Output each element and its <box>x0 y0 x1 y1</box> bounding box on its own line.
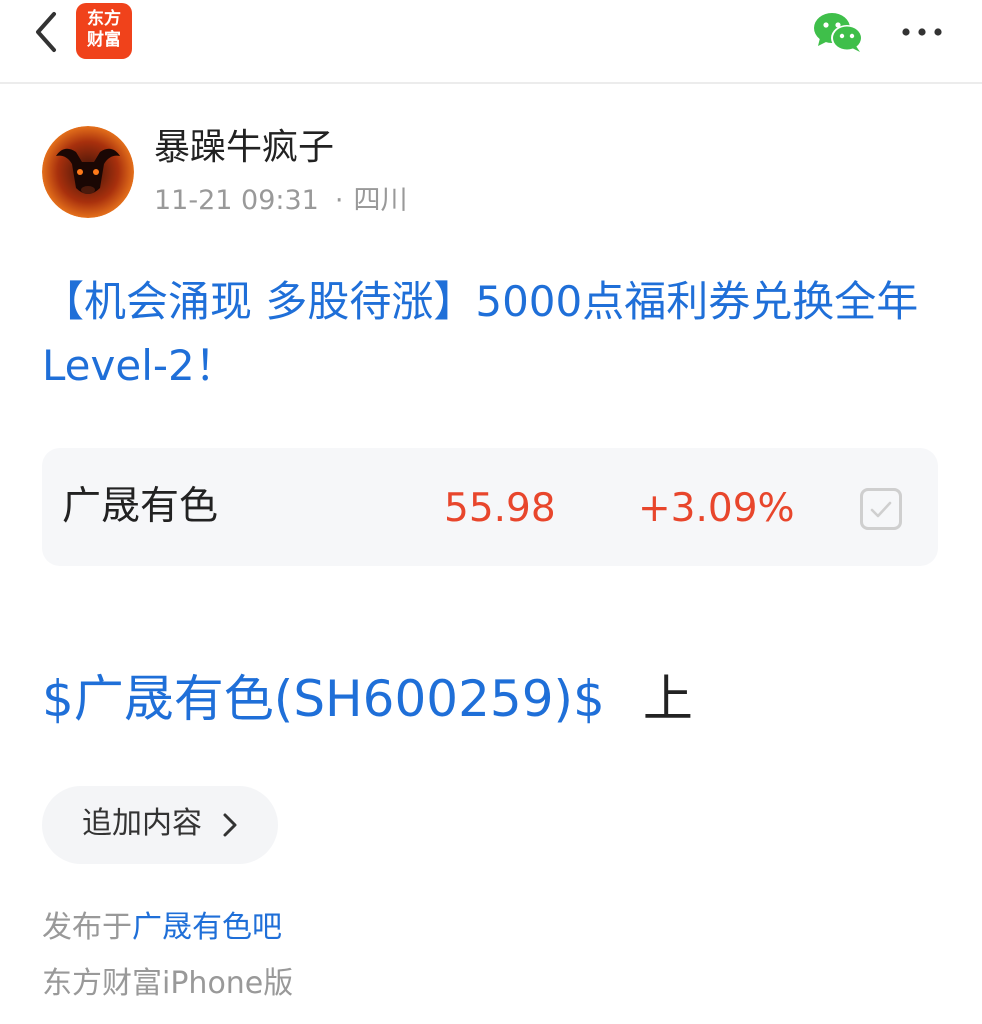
stock-tag-link[interactable]: $广晟有色(SH600259)$ <box>42 670 605 728</box>
published-prefix: 发布于 <box>42 910 132 945</box>
logo-text-line1: 东方 <box>87 9 121 29</box>
chevron-right-icon <box>223 813 237 837</box>
back-button[interactable] <box>28 10 68 54</box>
meta-separator: · <box>334 185 344 216</box>
post-title-link[interactable]: 【机会涌现 多股待涨】5000点福利券兑换全年Level-2！ <box>42 270 942 398</box>
watchlist-checkbox[interactable] <box>860 488 902 530</box>
published-in: 发布于广晟有色吧 <box>42 906 282 950</box>
stock-quote-card[interactable]: 广晟有色 55.98 +3.09% <box>42 448 938 566</box>
bull-avatar-image <box>42 126 134 218</box>
append-content-label: 追加内容 <box>82 806 202 841</box>
author-avatar[interactable] <box>42 126 134 218</box>
post-body-text: 上 <box>642 670 693 728</box>
post-source: 东方财富iPhone版 <box>42 966 294 1001</box>
post-location: 四川 <box>353 185 408 216</box>
post-meta: 11-21 09:31 · 四川 <box>154 182 407 220</box>
checkbox-icon <box>870 501 892 518</box>
forum-link[interactable]: 广晟有色吧 <box>132 910 282 945</box>
logo-text-line2: 财富 <box>87 30 121 50</box>
more-dots-icon <box>902 28 942 36</box>
append-content-button[interactable]: 追加内容 <box>42 786 278 864</box>
author-name[interactable]: 暴躁牛疯子 <box>154 124 334 172</box>
wechat-icon <box>814 13 863 52</box>
chevron-left-icon <box>36 12 56 52</box>
wechat-share-button[interactable] <box>812 10 866 54</box>
post-time: 11-21 09:31 <box>154 185 319 216</box>
stock-name: 广晟有色 <box>62 484 219 529</box>
post-body: $广晟有色(SH600259)$ 上 <box>42 664 693 734</box>
app-logo: 东方 财富 <box>76 3 132 59</box>
more-options-button[interactable] <box>898 18 946 46</box>
stock-change-percent: +3.09% <box>638 486 795 531</box>
stock-price: 55.98 <box>444 486 556 531</box>
top-nav-bar: 东方 财富 <box>0 0 982 84</box>
